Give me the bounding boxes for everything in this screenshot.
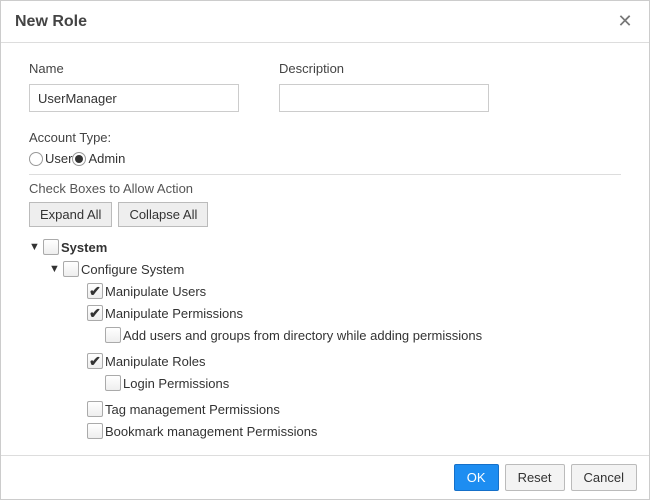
name-input[interactable] xyxy=(29,84,239,112)
checkmark-icon: ✔ xyxy=(89,306,101,320)
radio-label-user: User xyxy=(45,151,72,166)
tree-node-label: Manipulate Users xyxy=(105,284,206,299)
permission-tree: ▼System▼Configure System✔Manipulate User… xyxy=(29,237,621,441)
dialog-body[interactable]: Name Description Account Type: User Admi… xyxy=(1,43,649,455)
checkbox-login-permissions[interactable] xyxy=(105,375,121,391)
tree-node-bookmark-permissions: Bookmark management Permissions xyxy=(73,421,621,441)
radio-icon xyxy=(72,152,86,166)
account-type-label: Account Type: xyxy=(29,130,621,145)
tree-node-manipulate-roles: ✔ Manipulate Roles xyxy=(73,351,621,371)
tree-node-label: Manipulate Permissions xyxy=(105,306,243,321)
checkbox-tag-permissions[interactable] xyxy=(87,401,103,417)
description-label: Description xyxy=(279,61,489,76)
chevron-down-icon[interactable]: ▼ xyxy=(49,263,61,275)
ok-button[interactable]: OK xyxy=(454,464,499,491)
account-type-admin-radio[interactable]: Admin xyxy=(72,151,125,166)
name-label: Name xyxy=(29,61,239,76)
tree-node-label: Add users and groups from directory whil… xyxy=(123,328,482,343)
expand-all-button[interactable]: Expand All xyxy=(29,202,112,227)
account-type-user-radio[interactable]: User xyxy=(29,151,72,166)
checkbox-manipulate-users[interactable]: ✔ xyxy=(87,283,103,299)
expand-collapse-row: Expand All Collapse All xyxy=(29,202,621,227)
name-field-group: Name xyxy=(29,61,239,112)
dialog-footer: OK Reset Cancel xyxy=(1,455,649,499)
close-icon[interactable]: ✕ xyxy=(615,11,635,32)
description-field-group: Description xyxy=(279,61,489,112)
tree-node-label: Bookmark management Permissions xyxy=(105,424,317,439)
tree-node-manipulate-permissions: ✔ Manipulate Permissions xyxy=(73,303,621,323)
dialog-titlebar: New Role ✕ xyxy=(1,1,649,43)
chevron-down-icon[interactable]: ▼ xyxy=(29,241,41,253)
reset-button[interactable]: Reset xyxy=(505,464,565,491)
account-type-options: User Admin xyxy=(29,151,621,166)
tree-node-configure-system: ▼ Configure System xyxy=(49,259,621,279)
divider xyxy=(29,174,621,175)
cancel-button[interactable]: Cancel xyxy=(571,464,637,491)
new-role-dialog: New Role ✕ Name Description Account Type… xyxy=(0,0,650,500)
tree-node-login-permissions: Login Permissions xyxy=(91,373,621,393)
checkbox-manipulate-permissions[interactable]: ✔ xyxy=(87,305,103,321)
checkmark-icon: ✔ xyxy=(89,284,101,298)
tree-node-add-users-groups: Add users and groups from directory whil… xyxy=(91,325,621,345)
tree-node-label: Tag management Permissions xyxy=(105,402,280,417)
tree-node-system: ▼ System xyxy=(29,237,621,257)
description-input[interactable] xyxy=(279,84,489,112)
checkmark-icon: ✔ xyxy=(89,354,101,368)
tree-node-label: Manipulate Roles xyxy=(105,354,205,369)
radio-label-admin: Admin xyxy=(88,151,125,166)
account-type-group: Account Type: User Admin xyxy=(29,130,621,166)
tree-node-label: Configure System xyxy=(81,262,184,277)
collapse-all-button[interactable]: Collapse All xyxy=(118,202,208,227)
checkbox-system[interactable] xyxy=(43,239,59,255)
checkbox-configure-system[interactable] xyxy=(63,261,79,277)
tree-node-manipulate-users: ✔ Manipulate Users xyxy=(73,281,621,301)
permission-instruction: Check Boxes to Allow Action xyxy=(29,181,621,196)
tree-node-tag-permissions: Tag management Permissions xyxy=(73,399,621,419)
checkbox-bookmark-permissions[interactable] xyxy=(87,423,103,439)
checkbox-manipulate-roles[interactable]: ✔ xyxy=(87,353,103,369)
name-description-row: Name Description xyxy=(29,61,621,112)
tree-node-label: Login Permissions xyxy=(123,376,229,391)
dialog-title: New Role xyxy=(15,13,87,31)
tree-node-label: System xyxy=(61,240,107,255)
radio-icon xyxy=(29,152,43,166)
checkbox-add-users-groups[interactable] xyxy=(105,327,121,343)
